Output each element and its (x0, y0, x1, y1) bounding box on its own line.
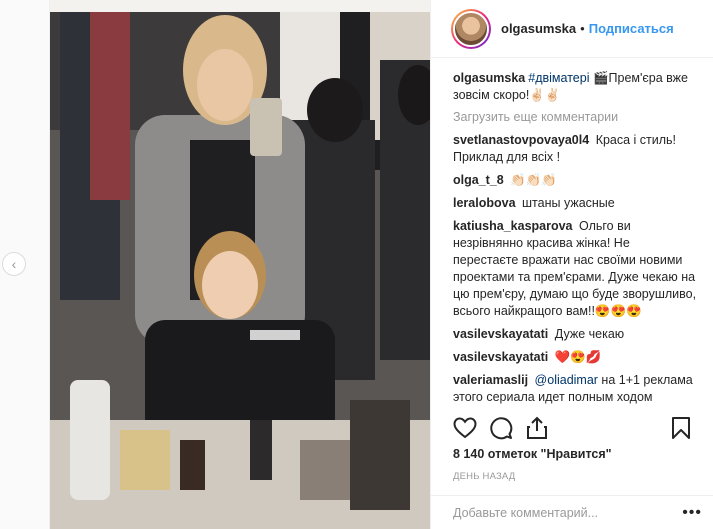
caption-username[interactable]: olgasumska (453, 71, 525, 85)
hashtag-link[interactable]: #двіматері (528, 71, 589, 85)
comment-item: katiusha_kasparova Ольго ви незрівнянно … (453, 218, 697, 320)
comment-username[interactable]: vasilevskayatati (453, 327, 548, 341)
load-more-comments[interactable]: Загрузить еще комментарии (453, 110, 697, 124)
comments-list: olgasumska #двіматері 🎬Прем'єра вже зовсі… (431, 58, 713, 408)
comment-text: Дуже чекаю (554, 327, 625, 341)
caption: olgasumska #двіматері 🎬Прем'єра вже зовсі… (453, 70, 697, 104)
share-icon[interactable] (523, 414, 551, 442)
feed-background: ‹ (0, 0, 50, 529)
post-timestamp[interactable]: день назад (453, 471, 515, 482)
bookmark-icon[interactable] (667, 414, 695, 442)
comment-username[interactable]: valeriamaslij (453, 373, 528, 387)
comment-username[interactable]: olga_t_8 (453, 173, 504, 187)
comment-text: ❤️😍💋 (554, 350, 602, 364)
post-details-panel: olgasumska • Подписаться olgasumska #двім… (430, 0, 713, 529)
chevron-left-icon[interactable]: ‹ (2, 252, 26, 276)
post-header: olgasumska • Подписаться (431, 0, 713, 58)
comment-icon[interactable] (487, 414, 515, 442)
comment-username[interactable]: leralobova (453, 196, 516, 210)
likes-count[interactable]: 8 140 отметок "Нравится" (453, 447, 612, 461)
header-username[interactable]: olgasumska (501, 21, 576, 36)
comment-username[interactable]: katiusha_kasparova (453, 219, 573, 233)
action-bar (451, 414, 703, 442)
follow-button[interactable]: Подписаться (589, 21, 674, 36)
heart-icon[interactable] (451, 414, 479, 442)
comment-text: Ольго ви незрівнянно красива жінка! Не п… (453, 219, 697, 318)
comment-item: vasilevskayatati Дуже чекаю (453, 326, 697, 343)
mention-link[interactable]: @oliadimar (535, 373, 598, 387)
comment-text: 👏🏻👏🏻👏🏻 (510, 173, 557, 187)
add-comment-input[interactable]: Добавьте комментарий... (453, 506, 598, 520)
mirror-selfie-illustration (50, 0, 430, 529)
comment-item: valeriamaslij @oliadimar на 1+1 реклама … (453, 372, 697, 406)
comment-text: штаны ужасные (522, 196, 615, 210)
comment-username[interactable]: vasilevskayatati (453, 350, 548, 364)
comment-item: vasilevskayatati ❤️😍💋 (453, 349, 697, 366)
more-options-icon[interactable]: ••• (682, 504, 702, 522)
avatar[interactable] (451, 8, 491, 49)
separator-dot: • (580, 21, 585, 36)
comment-item: leralobova штаны ужасные (453, 195, 697, 212)
comment-item: svetlanastovpovaya0l4 Краса і стиль! При… (453, 132, 697, 166)
post-photo[interactable] (50, 0, 430, 529)
instagram-post-modal: ‹ olgasumska • Подписаться olgasumska #д… (0, 0, 713, 529)
comment-username[interactable]: svetlanastovpovaya0l4 (453, 133, 589, 147)
add-comment-bar: Добавьте комментарий... ••• (431, 495, 713, 529)
comment-item: olga_t_8 👏🏻👏🏻👏🏻 (453, 172, 697, 189)
